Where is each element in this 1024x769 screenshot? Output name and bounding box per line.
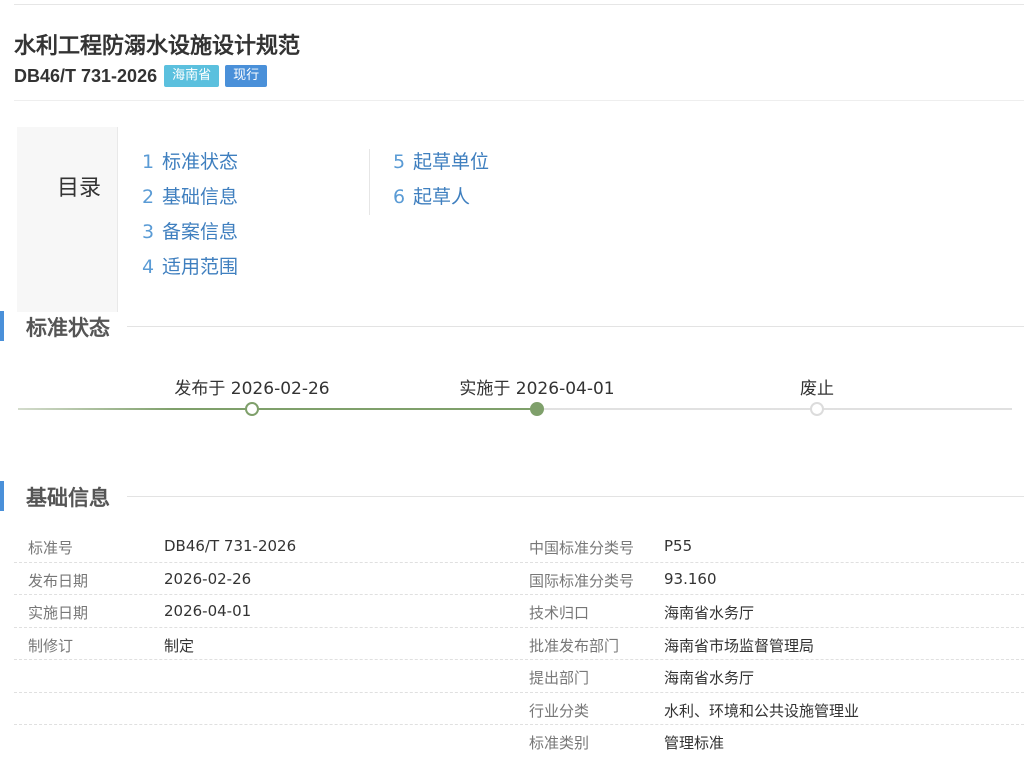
timeline-label-effective: 实施于 2026-04-01 xyxy=(459,379,615,399)
section-divider xyxy=(127,496,1024,497)
section-title: 标准状态 xyxy=(26,316,110,340)
section-accent-bar xyxy=(0,311,4,341)
field-label-ccs: 中国标准分类号 xyxy=(529,539,635,557)
toc-column-divider xyxy=(369,149,370,215)
timeline-progress xyxy=(18,408,537,410)
timeline-node-effective xyxy=(530,402,544,416)
section-accent-bar xyxy=(0,481,4,511)
field-label-publish-date: 发布日期 xyxy=(28,571,89,590)
field-value-technical-committee: 海南省水务厅 xyxy=(664,604,755,622)
field-value-publish-date: 2026-02-26 xyxy=(164,569,252,588)
table-row: 制修订 制定 批准发布部门 海南省市场监督管理局 xyxy=(14,628,1024,660)
table-row: 标准类别 管理标准 xyxy=(14,725,1024,758)
toc-item-standard-status[interactable]: 1 标准状态 xyxy=(142,147,238,182)
field-label-ics: 国际标准分类号 xyxy=(529,571,635,590)
table-row: 标准号 DB46/T 731-2026 中国标准分类号 P55 xyxy=(14,530,1024,563)
standard-code-row: DB46/T 731-2026 海南省 现行 xyxy=(14,64,268,88)
field-label-effective-date: 实施日期 xyxy=(28,604,89,622)
field-value-standard-number: DB46/T 731-2026 xyxy=(164,537,297,555)
toc-item-drafters[interactable]: 6 起草人 xyxy=(393,182,489,217)
region-badge: 海南省 xyxy=(164,65,220,87)
field-label-standard-category: 标准类别 xyxy=(529,734,590,752)
top-divider xyxy=(14,4,1024,5)
status-badge: 现行 xyxy=(225,65,268,87)
timeline-label-published: 发布于 2026-02-26 xyxy=(174,379,330,399)
header-divider xyxy=(14,100,1024,101)
table-row: 行业分类 水利、环境和公共设施管理业 xyxy=(14,693,1024,725)
section-title: 基础信息 xyxy=(26,486,110,510)
toc-column-2: 5 起草单位 6 起草人 xyxy=(393,147,489,217)
standard-code: DB46/T 731-2026 xyxy=(14,65,158,86)
section-divider xyxy=(127,326,1024,327)
field-label-technical-committee: 技术归口 xyxy=(529,604,590,622)
field-value-ccs: P55 xyxy=(664,537,693,555)
timeline-node-published xyxy=(245,402,259,416)
timeline-label-abolished: 废止 xyxy=(800,379,834,399)
field-label-approving-dept: 批准发布部门 xyxy=(529,636,620,655)
section-header-standard-status: 标准状态 xyxy=(0,311,1024,341)
table-row: 实施日期 2026-04-01 技术归口 海南省水务厅 xyxy=(14,595,1024,628)
section-header-basic-info: 基础信息 xyxy=(0,481,1024,511)
table-row: 发布日期 2026-02-26 国际标准分类号 93.160 xyxy=(14,563,1024,595)
field-value-standard-category: 管理标准 xyxy=(664,734,725,752)
field-value-revision-type: 制定 xyxy=(164,636,195,655)
field-value-ics: 93.160 xyxy=(664,569,717,588)
field-value-approving-dept: 海南省市场监督管理局 xyxy=(664,636,815,655)
toc-item-filing-info[interactable]: 3 备案信息 xyxy=(142,217,238,252)
page-title: 水利工程防溺水设施设计规范 xyxy=(14,34,301,59)
field-label-proposing-dept: 提出部门 xyxy=(529,669,590,687)
table-of-contents: 目录 1 标准状态 2 基础信息 3 备案信息 4 适用范围 5 起草单位 6 起草人 xyxy=(17,127,1024,312)
field-value-industry: 水利、环境和公共设施管理业 xyxy=(664,701,860,720)
toc-item-drafting-units[interactable]: 5 起草单位 xyxy=(393,147,489,182)
basic-info-table: 标准号 DB46/T 731-2026 中国标准分类号 P55 发布日期 202… xyxy=(14,530,1024,758)
field-label-standard-number: 标准号 xyxy=(28,539,74,557)
table-row: 提出部门 海南省水务厅 xyxy=(14,660,1024,693)
field-value-proposing-dept: 海南省水务厅 xyxy=(664,669,755,687)
status-timeline: 发布于 2026-02-26 实施于 2026-04-01 废止 xyxy=(18,370,1012,420)
toc-label: 目录 xyxy=(57,176,102,201)
field-value-effective-date: 2026-04-01 xyxy=(164,602,252,620)
toc-item-scope[interactable]: 4 适用范围 xyxy=(142,252,238,287)
timeline-node-abolished xyxy=(810,402,824,416)
toc-label-box: 目录 xyxy=(17,127,118,312)
toc-column-1: 1 标准状态 2 基础信息 3 备案信息 4 适用范围 xyxy=(142,147,238,287)
field-label-revision-type: 制修订 xyxy=(28,636,74,655)
toc-item-basic-info[interactable]: 2 基础信息 xyxy=(142,182,238,217)
field-label-industry: 行业分类 xyxy=(529,701,590,720)
